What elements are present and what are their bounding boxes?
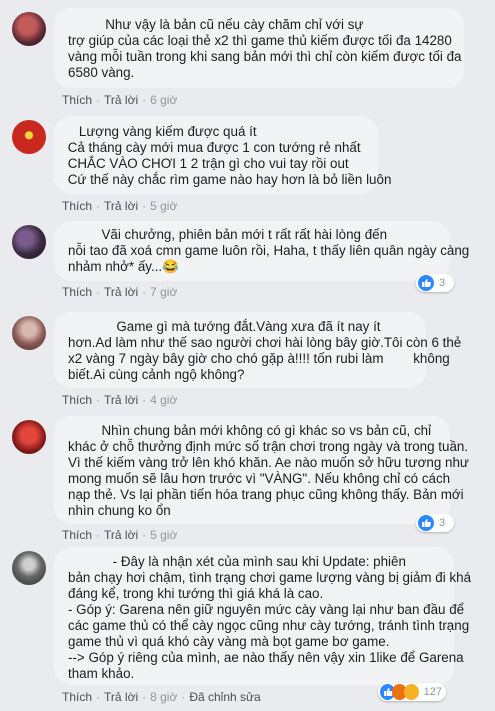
avatar[interactable] [12,551,46,585]
comment-bubble: Lượng vàng kiếm được quá ít Cả tháng cày… [54,116,392,194]
like-link[interactable]: Thích [62,285,92,299]
comment-meta: Thích · Trả lời · 6 giờ [62,93,178,107]
like-reaction-icon [418,275,434,291]
avatar[interactable] [12,316,46,350]
like-link[interactable]: Thích [62,393,92,407]
like-link[interactable]: Thích [62,690,92,704]
reply-link[interactable]: Trả lời [104,393,138,407]
reaction-summary[interactable]: 3 [416,514,454,532]
reply-link[interactable]: Trả lời [104,93,138,107]
comment-text-line: Như vậy là bản cũ nếu cày chăm chỉ với s… [68,17,364,32]
comment-text-line: CHẮC VÀO CHƠI 1 2 trận gì cho vui tay rồ… [64,156,349,171]
comment-text-line: mong muốn sẽ lâu hơn trước vì "VÀNG". Nế… [68,471,451,486]
avatar[interactable] [12,420,46,454]
like-link[interactable]: Thích [62,528,92,542]
timestamp[interactable]: 5 giờ [150,528,177,542]
comment-text-line: nhìn chung ko ổn [68,503,171,518]
comment-text-line: - Đây là nhận xét của mình sau khi Updat… [68,554,406,569]
comment-text-line: Game gì mà tướng đắt.Vàng xưa đã ít nay … [68,319,381,334]
comment-text-line: trợ giúp của các loại thẻ x2 thì game th… [68,33,452,48]
like-reaction-icon [418,515,434,531]
comment-bubble: Game gì mà tướng đắt.Vàng xưa đã ít nay … [54,312,462,388]
timestamp[interactable]: 6 giờ [150,93,177,107]
edited-label[interactable]: Đã chỉnh sửa [189,690,260,704]
reply-link[interactable]: Trả lời [104,285,138,299]
comment-bubble: Như vậy là bản cũ nếu cày chăm chỉ với s… [54,8,464,88]
comment-text-line: vàng mỗi tuần trong khi sang bản mới thì… [68,49,462,64]
comment-text-line: biết.Ai cùng cảnh ngộ không? [68,367,245,382]
avatar[interactable] [12,225,46,259]
comment-text-line: bản chạy hơi chậm, tình trạng chơi game … [68,570,472,585]
comment-meta: Thích · Trả lời · 4 giờ [62,393,178,407]
reply-link[interactable]: Trả lời [104,690,138,704]
comment-text-line: hơn.Ad làm như thế sao người chơi hài lò… [68,335,462,350]
avatar[interactable] [12,12,46,46]
avatar[interactable] [12,120,46,154]
like-link[interactable]: Thích [62,199,92,213]
comment-bubble: Vãi chưởng, phiên bản mới t rất rất hài … [54,221,470,281]
comment-text-line: nỗi tao đã xoá cmn game luôn rồi, Haha, … [68,243,470,258]
comment-text-line: Nhìn chung bản mới không có gì khác so v… [68,423,432,438]
comment-text-line: x2 vàng 7 ngày bây giờ cho chó gặp à!!!!… [68,351,450,366]
comment-text-line: đáng kể, trong khi tướng thì giá khá là … [68,586,324,601]
comment-text-line: tham khảo. [68,666,135,681]
reply-link[interactable]: Trả lời [104,528,138,542]
comment-bubble: Nhìn chung bản mới không có gì khác so v… [54,416,469,524]
reaction-summary[interactable]: 127 [378,683,446,701]
comment-text-line: - Góp ý: Garena nên giữ nguyên mức cày v… [68,602,465,617]
comment-meta: Thích · Trả lời · 7 giờ [62,285,178,299]
timestamp[interactable]: 7 giờ [150,285,177,299]
comment-text-line: game thủ vì quá khó cày vàng mà bọt game… [68,634,390,649]
comment-text-line: Vãi chưởng, phiên bản mới t rất rất hài … [68,227,388,242]
haha-reaction-icon [403,684,419,700]
comment-meta: Thích · Trả lời · 8 giờ · Đã chỉnh sửa [62,690,261,704]
comment-meta: Thích · Trả lời · 5 giờ [62,199,178,213]
comment-text-line: nạp thẻ. Vs lại phần tiến hóa trang phục… [68,487,464,502]
comment-text-line: --> Góp ý riêng của mình, ae nào thấy nê… [68,650,464,665]
timestamp[interactable]: 5 giờ [150,199,177,213]
comment-text-line: Cả tháng cày mới mua được 1 con tướng rẻ… [64,140,361,155]
comment-bubble: - Đây là nhận xét của mình sau khi Updat… [54,547,472,685]
reaction-count: 127 [423,686,442,698]
comment-text-line: khác ở chỗ thưởng định mức số trận chơi … [68,439,469,454]
comment-text-line: Lượng vàng kiếm được quá ít [64,124,257,139]
comment-text-line: nhảm nhở* ấy...😂 [68,259,179,274]
like-link[interactable]: Thích [62,93,92,107]
reply-link[interactable]: Trả lời [104,199,138,213]
comment-text-line: Vì thế kiếm vàng trở lên khó khăn. Ae nà… [68,455,469,470]
comment-text-line: 6580 vàng. [68,65,135,80]
reaction-summary[interactable]: 3 [416,274,454,292]
timestamp[interactable]: 8 giờ [150,690,177,704]
comment-text-line: Cứ thế này chắc rìm game nào hay hơn là … [64,172,392,187]
reaction-count: 3 [439,517,446,529]
reaction-count: 3 [439,277,446,289]
comment-text-line: các game thủ có thể cày ngọc cũng như cà… [68,618,470,633]
timestamp[interactable]: 4 giờ [150,393,177,407]
comment-meta: Thích · Trả lời · 5 giờ [62,528,178,542]
